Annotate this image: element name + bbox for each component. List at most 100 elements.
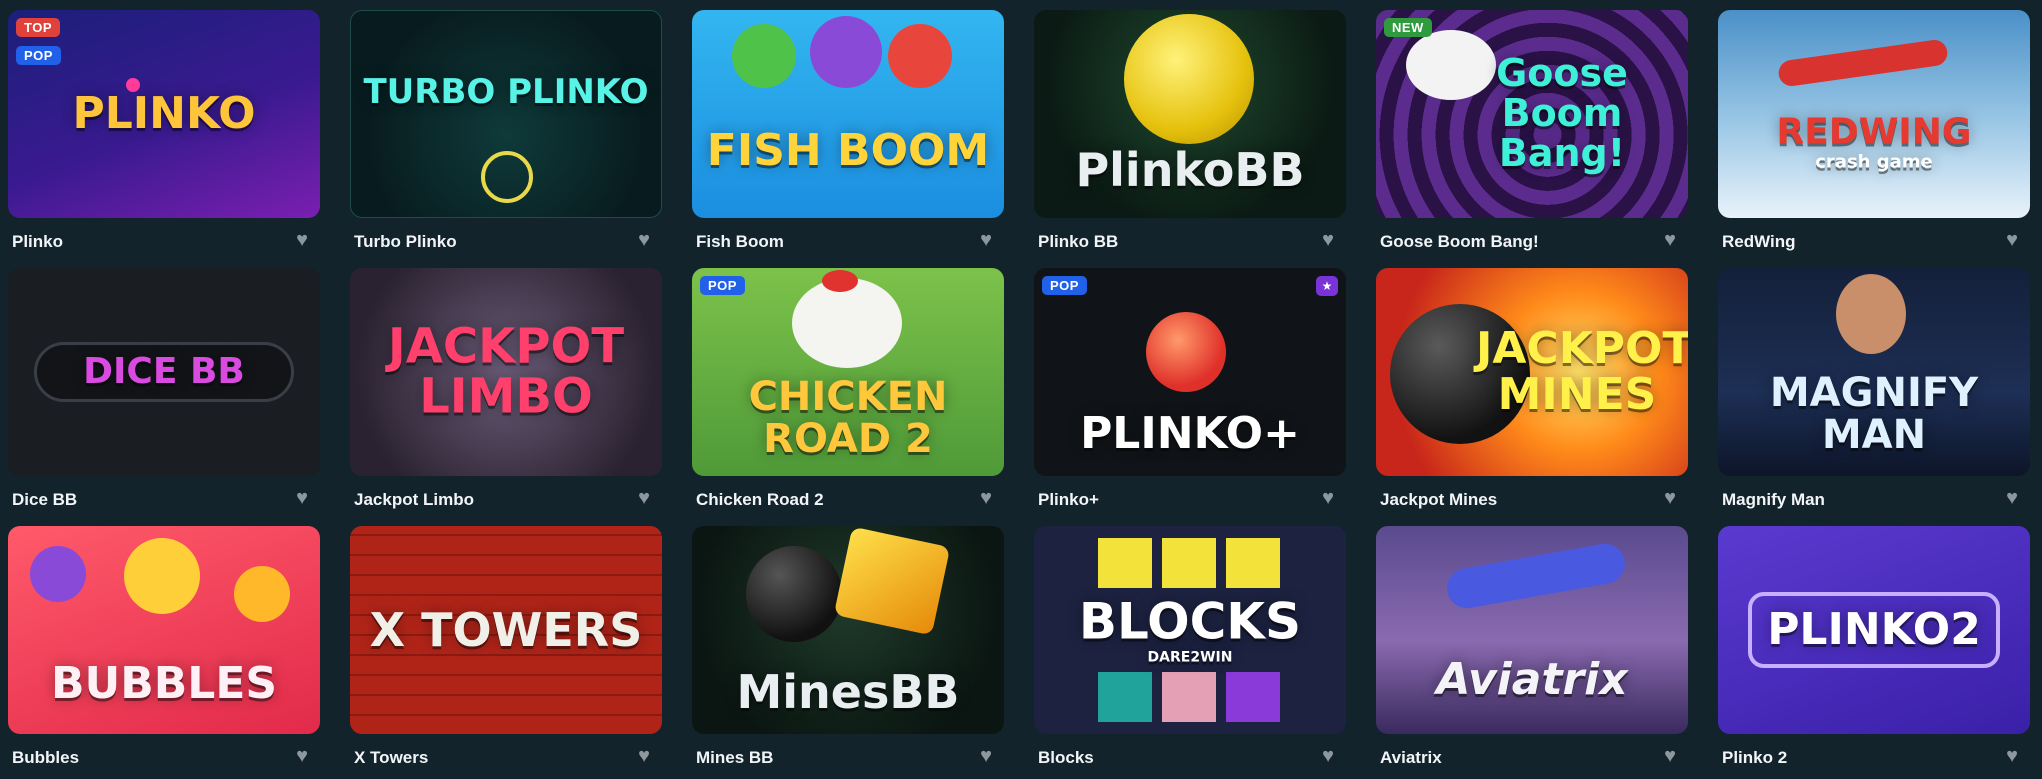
game-art-title: MinesBB bbox=[736, 665, 960, 720]
plane-decoration bbox=[1777, 38, 1949, 88]
game-thumbnail[interactable]: BUBBLES bbox=[8, 526, 320, 734]
game-art-title: MAGNIFY MAN bbox=[1769, 369, 1979, 458]
game-art-title: PlinkoBB bbox=[1075, 143, 1305, 198]
heart-icon[interactable]: ♥ bbox=[974, 744, 998, 768]
game-card-x-towers[interactable]: X TOWERS X Towers ♥ bbox=[350, 526, 662, 772]
hero-decoration bbox=[1836, 274, 1906, 354]
game-card-magnify-man[interactable]: MAGNIFY MAN Magnify Man ♥ bbox=[1718, 268, 2030, 514]
game-title[interactable]: Bubbles bbox=[12, 748, 79, 768]
ball-decoration bbox=[1146, 312, 1226, 392]
game-title[interactable]: Magnify Man bbox=[1722, 490, 1825, 510]
game-card-turbo-plinko[interactable]: TURBO PLINKO Turbo Plinko ♥ bbox=[350, 10, 662, 256]
game-title[interactable]: Jackpot Mines bbox=[1380, 490, 1497, 510]
heart-icon[interactable]: ♥ bbox=[1658, 744, 1682, 768]
heart-icon[interactable]: ♥ bbox=[1658, 486, 1682, 510]
game-card-fish-boom[interactable]: FISH BOOM Fish Boom ♥ bbox=[692, 10, 1004, 256]
game-thumbnail[interactable]: CHICKEN ROAD 2 POP bbox=[692, 268, 1004, 476]
game-card-mines-bb[interactable]: MinesBB Mines BB ♥ bbox=[692, 526, 1004, 772]
chicken-decoration bbox=[792, 278, 902, 368]
game-art-title: DICE BB bbox=[83, 351, 245, 393]
game-thumbnail[interactable]: TURBO PLINKO bbox=[350, 10, 662, 218]
heart-icon[interactable]: ♥ bbox=[1316, 228, 1340, 252]
fish-decoration bbox=[810, 16, 882, 88]
trophy-icon: ★ bbox=[1316, 276, 1338, 296]
game-card-jackpot-mines[interactable]: JACKPOT MINES Jackpot Mines ♥ bbox=[1376, 268, 1688, 514]
game-art-title: TURBO PLINKO bbox=[363, 72, 649, 113]
heart-icon[interactable]: ♥ bbox=[974, 486, 998, 510]
game-card-plinko-bb[interactable]: PlinkoBB Plinko BB ♥ bbox=[1034, 10, 1346, 256]
game-card-jackpot-limbo[interactable]: JACKPOT LIMBO Jackpot Limbo ♥ bbox=[350, 268, 662, 514]
heart-icon[interactable]: ♥ bbox=[1316, 486, 1340, 510]
game-thumbnail[interactable]: REDWING crash game bbox=[1718, 10, 2030, 218]
block-decoration bbox=[1098, 672, 1152, 722]
game-title[interactable]: Fish Boom bbox=[696, 232, 784, 252]
game-thumbnail[interactable]: PLINKO2 bbox=[1718, 526, 2030, 734]
heart-icon[interactable]: ♥ bbox=[1316, 744, 1340, 768]
game-thumbnail[interactable]: Goose Boom Bang! NEW bbox=[1376, 10, 1688, 218]
heart-icon[interactable]: ♥ bbox=[2000, 228, 2024, 252]
heart-icon[interactable]: ♥ bbox=[2000, 486, 2024, 510]
game-card-aviatrix[interactable]: Aviatrix Aviatrix ♥ bbox=[1376, 526, 1688, 772]
game-card-goose-boom-bang[interactable]: Goose Boom Bang! NEW Goose Boom Bang! ♥ bbox=[1376, 10, 1688, 256]
game-art-title: PLINKO+ bbox=[1080, 408, 1300, 460]
game-art-title: Goose Boom Bang! bbox=[1496, 51, 1628, 175]
game-card-plinko-plus[interactable]: PLINKO+ POP ★ Plinko+ ♥ bbox=[1034, 268, 1346, 514]
heart-icon[interactable]: ♥ bbox=[632, 744, 656, 768]
game-art-title: FISH BOOM bbox=[706, 125, 990, 177]
game-art-title: BUBBLES bbox=[50, 657, 278, 709]
block-decoration bbox=[1162, 538, 1216, 588]
game-title[interactable]: Mines BB bbox=[696, 748, 773, 768]
plane-decoration bbox=[1443, 540, 1629, 612]
game-thumbnail[interactable]: DICE BB bbox=[8, 268, 320, 476]
game-thumbnail[interactable]: X TOWERS bbox=[350, 526, 662, 734]
game-thumbnail[interactable]: MAGNIFY MAN bbox=[1718, 268, 2030, 476]
game-thumbnail[interactable]: PLINKO+ POP ★ bbox=[1034, 268, 1346, 476]
game-card-blocks[interactable]: BLOCKS DARE2WIN Blocks ♥ bbox=[1034, 526, 1346, 772]
heart-icon[interactable]: ♥ bbox=[1658, 228, 1682, 252]
game-title[interactable]: Plinko 2 bbox=[1722, 748, 1787, 768]
pop-badge: POP bbox=[700, 276, 745, 295]
game-thumbnail[interactable]: BLOCKS DARE2WIN bbox=[1034, 526, 1346, 734]
heart-icon[interactable]: ♥ bbox=[290, 486, 314, 510]
game-title[interactable]: Jackpot Limbo bbox=[354, 490, 474, 510]
game-title[interactable]: Chicken Road 2 bbox=[696, 490, 824, 510]
game-card-redwing[interactable]: REDWING crash game RedWing ♥ bbox=[1718, 10, 2030, 256]
game-title[interactable]: Dice BB bbox=[12, 490, 77, 510]
game-card-bubbles[interactable]: BUBBLES Bubbles ♥ bbox=[8, 526, 320, 772]
game-card-plinko-2[interactable]: PLINKO2 Plinko 2 ♥ bbox=[1718, 526, 2030, 772]
chicken-comb-decoration bbox=[822, 270, 858, 292]
game-title[interactable]: Plinko bbox=[12, 232, 63, 252]
game-title[interactable]: Goose Boom Bang! bbox=[1380, 232, 1539, 252]
heart-icon[interactable]: ♥ bbox=[632, 228, 656, 252]
game-art-title: BLOCKS DARE2WIN bbox=[1034, 595, 1346, 664]
game-title[interactable]: Blocks bbox=[1038, 748, 1094, 768]
heart-icon[interactable]: ♥ bbox=[974, 228, 998, 252]
heart-icon[interactable]: ♥ bbox=[632, 486, 656, 510]
block-decoration bbox=[1162, 672, 1216, 722]
game-thumbnail[interactable]: FISH BOOM bbox=[692, 10, 1004, 218]
game-art-title: Aviatrix bbox=[1436, 653, 1628, 705]
game-art-subtitle: DARE2WIN bbox=[1147, 648, 1233, 665]
game-thumbnail[interactable]: JACKPOT MINES bbox=[1376, 268, 1688, 476]
game-card-dice-bb[interactable]: DICE BB Dice BB ♥ bbox=[8, 268, 320, 514]
game-card-chicken-road-2[interactable]: CHICKEN ROAD 2 POP Chicken Road 2 ♥ bbox=[692, 268, 1004, 514]
game-thumbnail[interactable]: PLINKO TOP POP bbox=[8, 10, 320, 218]
game-title[interactable]: X Towers bbox=[354, 748, 428, 768]
fish-decoration bbox=[732, 24, 796, 88]
game-title[interactable]: RedWing bbox=[1722, 232, 1796, 252]
game-thumbnail[interactable]: Aviatrix bbox=[1376, 526, 1688, 734]
heart-icon[interactable]: ♥ bbox=[2000, 744, 2024, 768]
game-art-title: JACKPOT LIMBO bbox=[387, 318, 625, 425]
game-title[interactable]: Turbo Plinko bbox=[354, 232, 457, 252]
pop-badge: POP bbox=[1042, 276, 1087, 295]
heart-icon[interactable]: ♥ bbox=[290, 744, 314, 768]
game-title[interactable]: Plinko+ bbox=[1038, 490, 1099, 510]
game-title[interactable]: Aviatrix bbox=[1380, 748, 1442, 768]
game-title[interactable]: Plinko BB bbox=[1038, 232, 1118, 252]
game-thumbnail[interactable]: MinesBB bbox=[692, 526, 1004, 734]
game-thumbnail[interactable]: JACKPOT LIMBO bbox=[350, 268, 662, 476]
game-card-plinko[interactable]: PLINKO TOP POP Plinko ♥ bbox=[8, 10, 320, 256]
emoji-decoration bbox=[30, 546, 86, 602]
game-thumbnail[interactable]: PlinkoBB bbox=[1034, 10, 1346, 218]
heart-icon[interactable]: ♥ bbox=[290, 228, 314, 252]
